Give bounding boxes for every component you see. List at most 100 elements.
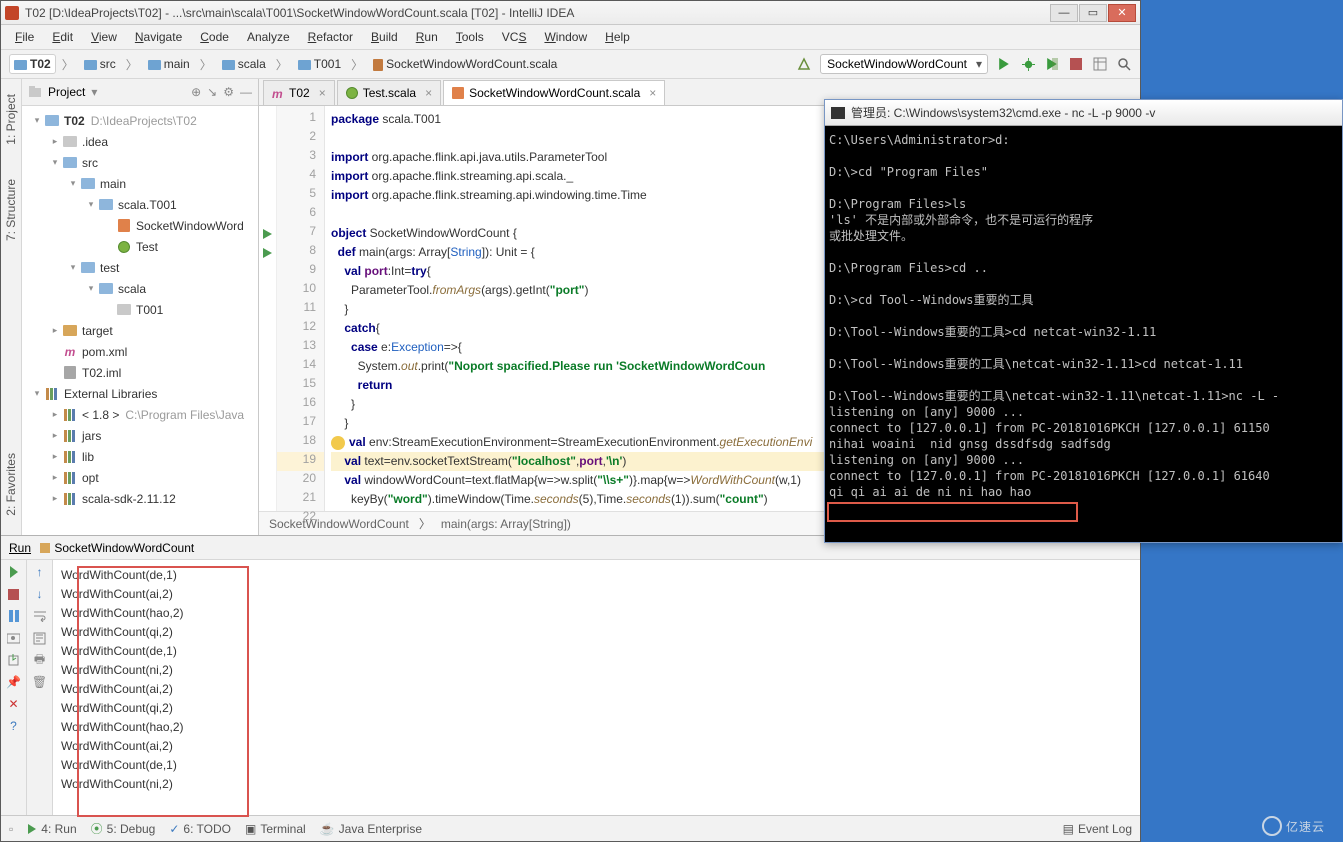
menu-run[interactable]: Run [408, 28, 446, 46]
close-icon[interactable]: × [319, 86, 326, 100]
clear-icon[interactable]: 🗑 [32, 674, 48, 690]
close-console-icon[interactable]: ✕ [6, 696, 22, 712]
console-output[interactable]: WordWithCount(de,1)WordWithCount(ai,2)Wo… [53, 560, 1140, 815]
cmd-body[interactable]: C:\Users\Administrator>d: D:\>cd "Progra… [825, 126, 1342, 542]
status-todo[interactable]: ✓6: TODO [169, 822, 231, 836]
status-terminal[interactable]: ▣Terminal [245, 822, 306, 836]
scroll-from-source-icon[interactable]: ⊕ [191, 85, 201, 99]
menu-tools[interactable]: Tools [448, 28, 492, 46]
hide-icon[interactable]: — [240, 85, 252, 99]
menu-help[interactable]: Help [597, 28, 638, 46]
maximize-button[interactable]: ▭ [1079, 4, 1107, 22]
dump-icon[interactable] [6, 630, 22, 646]
cmd-window[interactable]: 管理员: C:\Windows\system32\cmd.exe - nc -L… [824, 99, 1343, 543]
pin-icon[interactable]: 📌 [6, 674, 22, 690]
menu-edit[interactable]: Edit [44, 28, 81, 46]
run-tab-label[interactable]: Run [9, 541, 31, 555]
tree-item[interactable]: mpom.xml [22, 341, 258, 362]
breadcrumb-item[interactable]: src [80, 55, 120, 73]
minimize-button[interactable]: — [1050, 4, 1078, 22]
tab-project[interactable]: 1: Project [1, 85, 21, 154]
left-tool-gutter: 1: Project 7: Structure 2: Favorites [1, 79, 22, 535]
tree-item[interactable]: T02.iml [22, 362, 258, 383]
search-icon[interactable] [1116, 56, 1132, 72]
tab-structure[interactable]: 7: Structure [1, 170, 21, 250]
menu-view[interactable]: View [83, 28, 125, 46]
tree-item[interactable]: ▾T02D:\IdeaProjects\T02 [22, 110, 258, 131]
menu-bar: FileEditViewNavigateCodeAnalyzeRefactorB… [1, 25, 1140, 49]
tree-item[interactable]: T001 [22, 299, 258, 320]
tab-test-scala[interactable]: Test.scala× [337, 80, 441, 105]
crumb-method[interactable]: main(args: Array[String]) [441, 517, 571, 531]
menu-navigate[interactable]: Navigate [127, 28, 190, 46]
menu-build[interactable]: Build [363, 28, 406, 46]
tree-item[interactable]: ▾External Libraries [22, 383, 258, 404]
breadcrumb-root[interactable]: T02 [9, 54, 56, 74]
layout-icon[interactable] [1092, 56, 1108, 72]
tree-item[interactable]: ▸scala-sdk-2.11.12 [22, 488, 258, 509]
tree-item[interactable]: ▾test [22, 257, 258, 278]
scroll-end-icon[interactable] [32, 630, 48, 646]
tree-item[interactable]: SocketWindowWord [22, 215, 258, 236]
menu-code[interactable]: Code [192, 28, 237, 46]
menu-refactor[interactable]: Refactor [300, 28, 361, 46]
project-icon [28, 85, 42, 99]
menu-vcs[interactable]: VCS [494, 28, 535, 46]
status-run[interactable]: 4: Run [27, 822, 76, 836]
tree-item[interactable]: ▸< 1.8 >C:\Program Files\Java [22, 404, 258, 425]
rerun-icon[interactable] [6, 564, 22, 580]
tree-item[interactable]: ▸jars [22, 425, 258, 446]
run-tool-window: Run SocketWindowWordCount 📌 ✕ ? ↑ ↓ 🖶 [1, 535, 1140, 815]
pause-icon[interactable] [6, 608, 22, 624]
tree-item[interactable]: ▾scala.T001 [22, 194, 258, 215]
status-debug[interactable]: ⦿5: Debug [91, 820, 156, 837]
tab-favorites[interactable]: 2: Favorites [1, 444, 21, 525]
print-icon[interactable]: 🖶 [32, 652, 48, 668]
menu-window[interactable]: Window [536, 28, 595, 46]
tree-item[interactable]: ▸lib [22, 446, 258, 467]
menu-analyze[interactable]: Analyze [239, 28, 298, 46]
run-side-toolbar-1: 📌 ✕ ? [1, 560, 27, 815]
help-icon[interactable]: ? [6, 718, 22, 734]
settings-icon[interactable]: ⚙ [223, 85, 234, 99]
tree-item[interactable]: ▾main [22, 173, 258, 194]
wrap-icon[interactable] [32, 608, 48, 624]
highlight-box-cmd [827, 502, 1078, 522]
up-icon[interactable]: ↑ [32, 564, 48, 580]
stop-icon[interactable] [6, 586, 22, 602]
run-icon[interactable] [996, 56, 1012, 72]
cmd-icon [831, 107, 845, 119]
cmd-title-bar: 管理员: C:\Windows\system32\cmd.exe - nc -L… [825, 100, 1342, 126]
close-icon[interactable]: × [649, 86, 656, 100]
status-event-log[interactable]: ▤Event Log [1063, 822, 1132, 836]
tree-item[interactable]: ▾scala [22, 278, 258, 299]
tab-t02[interactable]: mT02× [263, 80, 335, 105]
tree-item[interactable]: ▸.idea [22, 131, 258, 152]
tree-item[interactable]: ▸opt [22, 467, 258, 488]
debug-icon[interactable] [1020, 56, 1036, 72]
stop-icon[interactable] [1068, 56, 1084, 72]
project-tree[interactable]: ▾T02D:\IdeaProjects\T02▸.idea▾src▾main▾s… [22, 106, 258, 535]
collapse-all-icon[interactable]: ↘ [207, 85, 217, 99]
exit-icon[interactable] [6, 652, 22, 668]
menu-file[interactable]: File [7, 28, 42, 46]
tree-item[interactable]: Test [22, 236, 258, 257]
breadcrumb-file[interactable]: SocketWindowWordCount.scala [369, 55, 561, 73]
status-java-ee[interactable]: ☕Java Enterprise [320, 822, 422, 836]
close-button[interactable]: ✕ [1108, 4, 1136, 22]
watermark-icon [1262, 816, 1282, 836]
breadcrumb-item[interactable]: T001 [294, 55, 345, 73]
project-header: Project ▾ ⊕ ↘ ⚙ — [22, 79, 258, 106]
close-icon[interactable]: × [425, 86, 432, 100]
coverage-icon[interactable] [1044, 56, 1060, 72]
build-icon[interactable] [796, 56, 812, 72]
tab-socketwindowwordcount-scala[interactable]: SocketWindowWordCount.scala× [443, 80, 665, 105]
breadcrumb-item[interactable]: main [144, 55, 194, 73]
status-hide-icon[interactable]: ▫ [9, 822, 13, 836]
run-config-select[interactable]: SocketWindowWordCount [820, 54, 988, 74]
breadcrumb-item[interactable]: scala [218, 55, 270, 73]
down-icon[interactable]: ↓ [32, 586, 48, 602]
run-gutter [259, 106, 277, 511]
tree-item[interactable]: ▾src [22, 152, 258, 173]
tree-item[interactable]: ▸target [22, 320, 258, 341]
